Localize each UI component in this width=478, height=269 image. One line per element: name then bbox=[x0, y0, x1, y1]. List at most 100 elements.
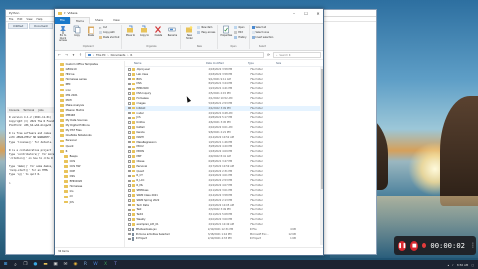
row-checkbox[interactable] bbox=[128, 121, 131, 124]
scrollbar-thumb[interactable] bbox=[320, 69, 323, 189]
row-checkbox[interactable] bbox=[128, 160, 131, 163]
file-list-scrollbar[interactable] bbox=[320, 67, 323, 245]
row-checkbox[interactable] bbox=[128, 194, 131, 197]
volume-icon[interactable]: ♪ bbox=[452, 263, 454, 267]
row-checkbox[interactable] bbox=[128, 116, 131, 120]
ide-menu-edit[interactable]: Edit bbox=[17, 18, 22, 21]
row-checkbox[interactable] bbox=[128, 203, 131, 207]
breadcrumb-documents[interactable]: Documents bbox=[111, 54, 126, 57]
nav-item[interactable]: JCS bbox=[55, 200, 124, 205]
clock[interactable]: 8:56 AM bbox=[457, 263, 469, 267]
terminal-tab[interactable]: Terminal bbox=[23, 109, 34, 112]
select-none-button[interactable]: Select none bbox=[251, 30, 274, 34]
row-checkbox[interactable] bbox=[128, 223, 131, 226]
row-checkbox[interactable] bbox=[128, 131, 131, 134]
file-row[interactable]: R Project 2/19/2021 4:33 PM R Project 1 KB bbox=[125, 237, 323, 242]
navigation-pane[interactable]: Custom Office Templates GEOG10 HDrive Homel… bbox=[55, 61, 125, 247]
word-icon[interactable]: W bbox=[92, 261, 99, 268]
copy-path-button[interactable]: Copy path bbox=[99, 30, 119, 34]
row-checkbox[interactable] bbox=[128, 145, 131, 149]
ide-tab-document[interactable]: Document bbox=[29, 23, 53, 29]
row-checkbox[interactable] bbox=[128, 213, 131, 217]
row-checkbox[interactable] bbox=[128, 140, 131, 144]
row-checkbox[interactable] bbox=[128, 208, 131, 212]
row-checkbox[interactable] bbox=[128, 97, 131, 100]
jobs-tab[interactable]: Jobs bbox=[38, 109, 43, 112]
console-tab[interactable]: Console bbox=[9, 109, 19, 112]
ide-menu-help[interactable]: Help bbox=[37, 18, 43, 21]
easy-access-button[interactable]: Easy access bbox=[197, 30, 215, 34]
row-checkbox[interactable] bbox=[128, 102, 131, 105]
search-input[interactable]: ⌕ Search R bbox=[273, 52, 321, 58]
properties-button[interactable]: Properties bbox=[220, 25, 232, 38]
ide-tab-untitled[interactable]: Untitled bbox=[8, 23, 29, 29]
copy-to-button[interactable]: Copy to bbox=[138, 25, 150, 38]
quick-access-toolbar-icon[interactable]: ▾ bbox=[64, 11, 66, 15]
row-checkbox[interactable] bbox=[128, 82, 131, 86]
column-date-modified[interactable]: Date modified bbox=[206, 62, 248, 65]
explorer-icon[interactable]: ▬ bbox=[42, 261, 49, 268]
ribbon-tab-home[interactable]: Home bbox=[69, 16, 90, 24]
pause-recording-button[interactable]: ❚❚ bbox=[398, 240, 407, 251]
row-checkbox[interactable] bbox=[128, 179, 131, 183]
row-checkbox[interactable] bbox=[128, 111, 131, 115]
row-checkbox[interactable] bbox=[128, 87, 131, 91]
row-checkbox[interactable] bbox=[128, 150, 131, 154]
back-icon[interactable]: ← bbox=[57, 52, 62, 58]
maximize-icon[interactable]: ☐ bbox=[301, 9, 311, 17]
column-name[interactable]: Name bbox=[128, 62, 206, 65]
paste-shortcut-button[interactable]: Paste shortcut bbox=[99, 35, 119, 39]
notifications-icon[interactable]: ▢ bbox=[471, 263, 474, 267]
recent-locations-icon[interactable]: ▾ bbox=[71, 52, 76, 58]
row-checkbox[interactable] bbox=[128, 126, 131, 129]
row-checkbox[interactable] bbox=[128, 106, 131, 110]
close-icon[interactable]: ✕ bbox=[313, 9, 323, 17]
row-checkbox[interactable] bbox=[128, 92, 131, 95]
task-view-icon[interactable]: ❐ bbox=[22, 261, 29, 268]
pin-quick-access-button[interactable]: Pin to Quick access bbox=[57, 25, 69, 43]
minimize-icon[interactable]: – bbox=[289, 9, 299, 17]
move-to-button[interactable]: Move to bbox=[124, 25, 136, 38]
paste-button[interactable]: Paste bbox=[85, 25, 97, 38]
row-checkbox[interactable] bbox=[128, 169, 131, 173]
copy-button[interactable]: Copy bbox=[71, 25, 83, 38]
select-all-button[interactable]: Select all bbox=[251, 25, 274, 29]
row-checkbox[interactable] bbox=[128, 68, 131, 71]
breadcrumb-r[interactable]: R bbox=[130, 54, 132, 57]
column-type[interactable]: Type bbox=[248, 62, 276, 65]
chrome-icon[interactable]: ◉ bbox=[72, 261, 79, 268]
address-bar[interactable]: › This PC › Documents › R bbox=[85, 52, 264, 58]
row-checkbox[interactable] bbox=[128, 184, 131, 187]
edge-icon[interactable]: ● bbox=[32, 261, 39, 268]
row-checkbox[interactable] bbox=[128, 189, 131, 192]
new-item-button[interactable]: New item bbox=[197, 25, 215, 29]
row-checkbox[interactable] bbox=[128, 77, 131, 81]
recording-widget[interactable]: ❚❚ ■ 00:00:02 ⋮ bbox=[394, 236, 476, 255]
column-size[interactable]: Size bbox=[276, 62, 296, 65]
ide-menu-view[interactable]: View bbox=[26, 18, 32, 21]
breadcrumb-this-pc[interactable]: This PC bbox=[96, 54, 106, 57]
invert-selection-button[interactable]: Invert selection bbox=[251, 35, 273, 39]
r-icon[interactable]: R bbox=[82, 261, 89, 268]
row-checkbox[interactable] bbox=[128, 237, 131, 241]
ribbon-tab-share[interactable]: Share bbox=[90, 17, 108, 24]
forward-icon[interactable]: → bbox=[64, 52, 69, 58]
mail-icon[interactable]: ✉ bbox=[62, 261, 69, 268]
edit-button[interactable]: Edit bbox=[234, 30, 246, 34]
history-button[interactable]: History bbox=[234, 35, 247, 39]
rename-button[interactable]: Rename bbox=[166, 25, 178, 38]
more-options-icon[interactable]: ⋮ bbox=[470, 242, 476, 249]
open-button[interactable]: Open bbox=[234, 25, 246, 29]
console-output[interactable]: R version 4.1.2 (2021-11-01) Copyright (C… bbox=[7, 114, 57, 254]
row-checkbox[interactable] bbox=[128, 155, 131, 158]
cut-button[interactable]: ✂ Cut bbox=[99, 25, 119, 30]
row-checkbox[interactable] bbox=[128, 135, 131, 139]
ribbon-tab-view[interactable]: View bbox=[108, 17, 125, 24]
ide-menu-file[interactable]: File bbox=[9, 18, 13, 21]
new-folder-button[interactable]: New folder bbox=[183, 25, 195, 40]
store-icon[interactable]: ▣ bbox=[52, 261, 59, 268]
teams-icon[interactable]: T bbox=[112, 261, 119, 268]
row-checkbox[interactable] bbox=[128, 174, 131, 178]
file-list[interactable]: Name Date modified Type Size .Rproj.user… bbox=[125, 61, 323, 247]
network-icon[interactable]: ▴ bbox=[448, 263, 449, 267]
